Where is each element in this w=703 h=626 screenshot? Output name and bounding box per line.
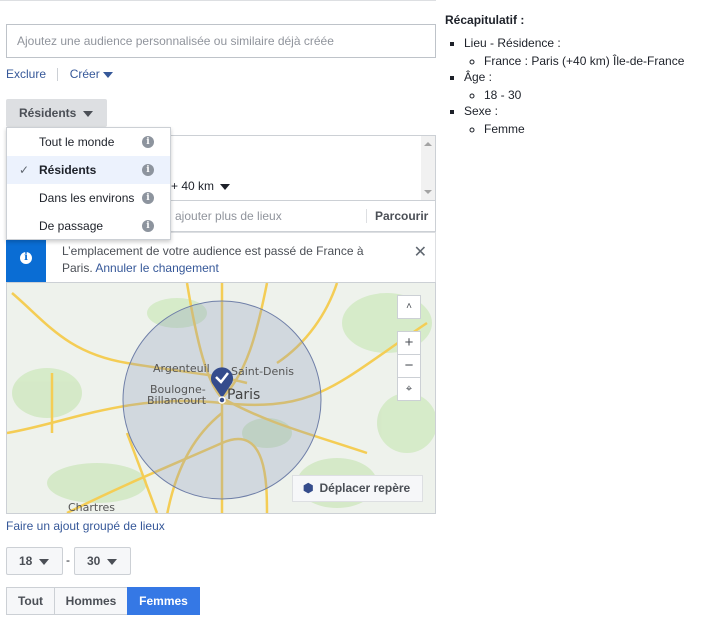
info-icon[interactable]: i <box>142 220 154 232</box>
create-label: Créer <box>69 67 100 81</box>
summary-panel: Récapitulatif : Lieu - Résidence : France… <box>445 13 700 137</box>
browse-button[interactable]: Parcourir <box>375 209 428 223</box>
age-separator: - <box>66 553 70 567</box>
location-type-menu: Tout le monde i ✓ Résidents i Dans les envi… <box>6 127 171 240</box>
summary-label: Lieu - Résidence : <box>464 36 561 50</box>
map-label-argenteuil: Argenteuil <box>153 362 210 375</box>
age-min-select[interactable]: 18 <box>6 547 63 575</box>
summary-label: Sexe : <box>464 104 499 118</box>
exclude-link[interactable]: Exclure <box>6 67 46 81</box>
summary-title: Récapitulatif : <box>445 13 525 27</box>
close-icon[interactable]: ✕ <box>414 242 427 262</box>
banner-message: L’emplacement de votre audience est pass… <box>62 243 382 277</box>
menu-item-label: De passage <box>39 219 104 233</box>
recenter-icon[interactable]: ⌖ <box>397 377 421 401</box>
banner-accent: i <box>6 233 46 284</box>
summary-label: Âge : <box>464 70 493 84</box>
menu-item-label: Résidents <box>39 163 97 177</box>
pin-shield-icon: ⬢ <box>303 481 314 495</box>
menu-item-everyone[interactable]: Tout le monde i <box>7 128 170 156</box>
chevron-down-icon <box>39 558 50 565</box>
zoom-out-button[interactable]: − <box>397 354 421 378</box>
menu-item-residents[interactable]: ✓ Résidents i <box>7 156 170 184</box>
summary-value: 18 - 30 <box>484 87 700 103</box>
info-icon[interactable]: i <box>142 164 154 176</box>
info-icon[interactable]: i <box>142 136 154 148</box>
scrollbar[interactable] <box>421 136 435 200</box>
menu-item-label: Dans les environs <box>39 191 135 205</box>
summary-item: Lieu - Résidence : France : Paris (+40 km… <box>464 35 700 69</box>
info-icon: i <box>20 252 32 264</box>
age-min-value: 18 <box>19 554 33 568</box>
separator <box>57 68 59 82</box>
summary-value: France : Paris (+40 km) Île-de-France <box>484 53 700 69</box>
age-max-select[interactable]: 30 <box>74 547 131 575</box>
map[interactable]: Argenteuil Saint-Denis Boulogne-Billanco… <box>6 282 436 514</box>
gender-women-button[interactable]: Femmes <box>127 587 200 615</box>
summary-item: Âge : 18 - 30 <box>464 69 700 103</box>
audience-actions: Exclure Créer <box>6 67 113 82</box>
bulk-add-locations-link[interactable]: Faire un ajout groupé de lieux <box>6 519 165 533</box>
chevron-down-icon <box>83 110 94 117</box>
move-pin-button[interactable]: ⬢ Déplacer repère <box>292 475 423 502</box>
move-pin-label: Déplacer repère <box>319 481 411 495</box>
menu-item-nearby[interactable]: Dans les environs i <box>7 184 170 212</box>
check-icon: ✓ <box>19 163 30 177</box>
collapse-map-button[interactable]: ˄ <box>397 295 421 319</box>
location-type-label: Résidents <box>19 106 77 120</box>
scroll-up-icon[interactable] <box>424 142 432 146</box>
location-search-input[interactable]: ajouter plus de lieux <box>175 209 282 223</box>
undo-change-link[interactable]: Annuler le changement <box>95 261 218 275</box>
info-icon[interactable]: i <box>142 192 154 204</box>
chevron-down-icon <box>107 558 118 565</box>
custom-audience-input[interactable] <box>6 24 436 58</box>
summary-list: Lieu - Résidence : France : Paris (+40 km… <box>445 35 700 137</box>
chevron-down-icon <box>102 71 113 78</box>
gender-men-button[interactable]: Hommes <box>54 587 128 615</box>
radius-dropdown[interactable]: + 40 km <box>171 179 231 193</box>
map-label-boulogne: Boulogne-Billancourt <box>147 383 207 407</box>
menu-item-label: Tout le monde <box>39 135 115 149</box>
age-max-value: 30 <box>87 554 101 568</box>
summary-value: Femme <box>484 121 700 137</box>
separator <box>366 209 367 223</box>
location-type-dropdown[interactable]: Résidents <box>6 99 107 127</box>
scroll-down-icon[interactable] <box>424 190 432 194</box>
map-label-paris: Paris <box>227 387 260 403</box>
divider <box>0 0 436 1</box>
map-label-saint-denis: Saint-Denis <box>231 365 294 378</box>
radius-label: + 40 km <box>171 179 215 193</box>
zoom-in-button[interactable]: + <box>397 331 421 355</box>
menu-item-travelling[interactable]: De passage i <box>7 212 170 240</box>
gender-all-button[interactable]: Tout <box>6 587 55 615</box>
summary-item: Sexe : Femme <box>464 103 700 137</box>
chevron-down-icon <box>220 183 231 190</box>
create-dropdown[interactable]: Créer <box>70 67 113 81</box>
map-label-chartres: Chartres <box>68 501 115 514</box>
